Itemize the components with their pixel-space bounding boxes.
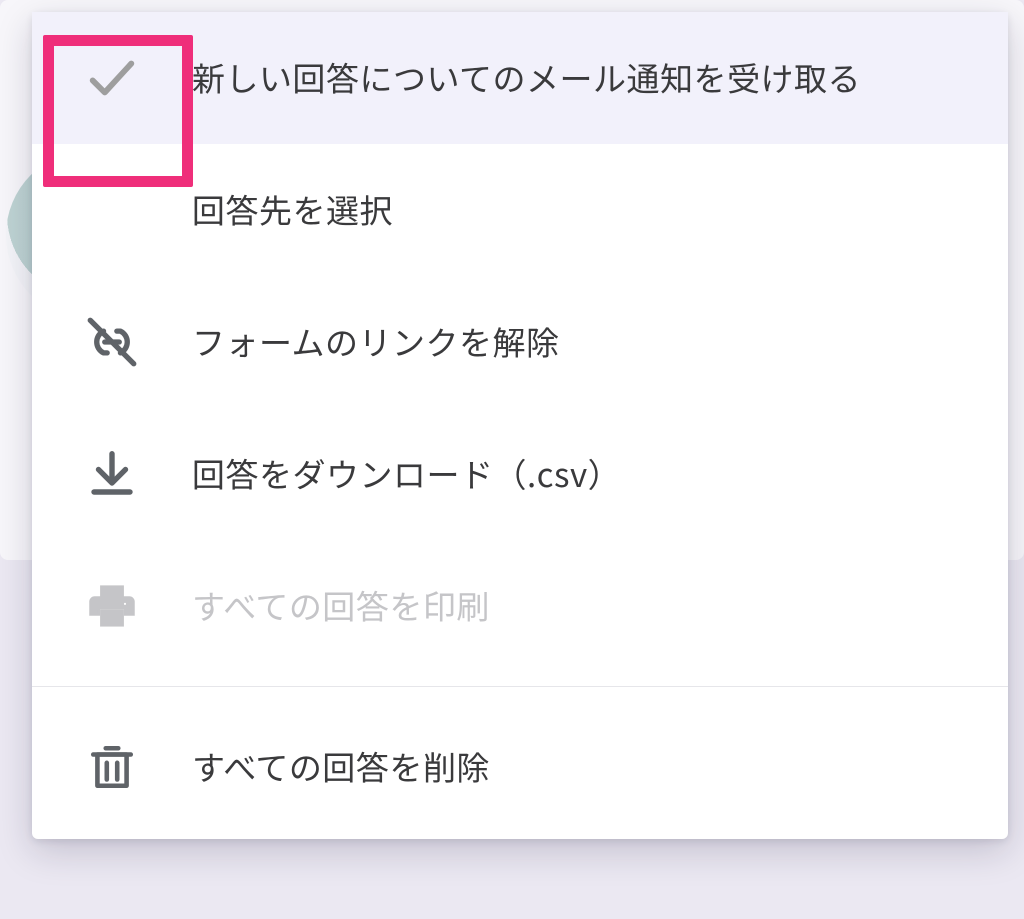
menu-item-label: フォームのリンクを解除	[192, 321, 560, 362]
menu-item-label: すべての回答を削除	[192, 746, 490, 787]
menu-item-label: すべての回答を印刷	[192, 585, 490, 626]
menu-item-unlink-form[interactable]: フォームのリンクを解除	[32, 276, 1008, 408]
menu-item-email-notifications[interactable]: 新しい回答についてのメール通知を受け取る	[32, 12, 1008, 144]
menu-item-label: 回答をダウンロード（.csv）	[192, 453, 621, 494]
menu-divider	[32, 686, 1008, 687]
menu-item-label: 新しい回答についてのメール通知を受け取る	[192, 57, 861, 98]
print-icon	[32, 580, 192, 632]
check-icon	[32, 49, 192, 107]
menu-item-delete-all[interactable]: すべての回答を削除	[32, 701, 1008, 833]
menu-item-download-csv[interactable]: 回答をダウンロード（.csv）	[32, 408, 1008, 540]
menu-item-label: 回答先を選択	[192, 189, 393, 230]
trash-icon	[32, 742, 192, 792]
download-icon	[32, 447, 192, 501]
menu-item-print-all: すべての回答を印刷	[32, 540, 1008, 672]
dropdown-menu: 新しい回答についてのメール通知を受け取る 回答先を選択 フォームのリンクを解除 …	[32, 12, 1008, 839]
menu-item-select-destination[interactable]: 回答先を選択	[32, 144, 1008, 276]
unlink-icon	[32, 313, 192, 371]
